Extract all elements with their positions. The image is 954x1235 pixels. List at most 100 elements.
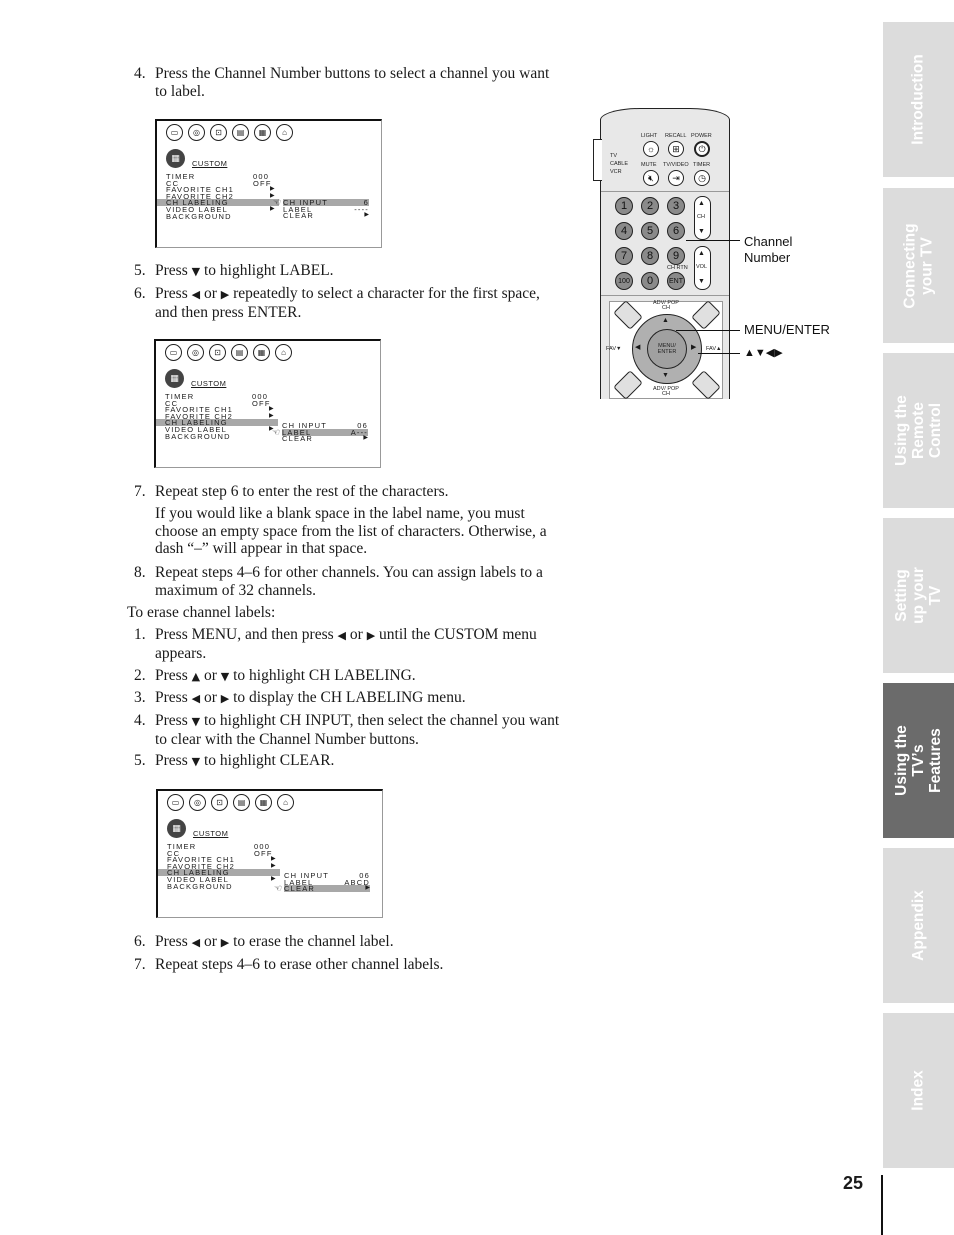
callout-line bbox=[698, 353, 740, 354]
erase-step-5: 5. Press ▼ to highlight CLEAR. bbox=[134, 752, 564, 771]
down-arrow-icon: ▼ bbox=[662, 371, 669, 379]
number-button[interactable]: 6 bbox=[667, 222, 685, 240]
audio-icon: ◎ bbox=[187, 344, 204, 361]
theater-icon: ▤ bbox=[233, 794, 250, 811]
tv-video-button[interactable]: ⇥ bbox=[668, 170, 684, 186]
step-number: 5. bbox=[134, 752, 146, 769]
osd-submenu-value: ▶ bbox=[363, 435, 368, 442]
power-button[interactable]: ⏻ bbox=[694, 141, 710, 157]
picture-icon: ▭ bbox=[166, 124, 183, 141]
custom-icon: ▦ bbox=[254, 124, 271, 141]
number-button[interactable]: 2 bbox=[641, 197, 659, 215]
mute-icon: 🔇︎ bbox=[648, 172, 654, 183]
step-text: Press ◀ or ▶ to erase the channel label. bbox=[155, 933, 394, 950]
number-button[interactable]: 3 bbox=[667, 197, 685, 215]
number-button-label: 0 bbox=[646, 275, 654, 287]
number-button-label: 3 bbox=[672, 200, 680, 212]
custom-icon: ▦ bbox=[255, 794, 272, 811]
setup-icon: ⊡ bbox=[211, 794, 228, 811]
step-text: Repeat steps 4–6 to erase other channel … bbox=[155, 956, 444, 973]
number-button[interactable]: 8 bbox=[641, 247, 659, 265]
step-text: Repeat step 6 to enter the rest of the c… bbox=[155, 483, 449, 500]
number-button[interactable]: 7 bbox=[615, 247, 633, 265]
step-text: Press the Channel Number buttons to sele… bbox=[155, 65, 550, 100]
channel-rocker[interactable]: ▲ CH ▼ bbox=[694, 196, 711, 240]
osd-title: CUSTOM bbox=[192, 159, 228, 168]
tab-connecting-your-tv[interactable]: Connecting your TV bbox=[883, 188, 954, 343]
number-button[interactable]: 100 bbox=[615, 272, 633, 290]
osd-submenu-row: CLEAR ▶ bbox=[282, 434, 368, 444]
left-arrow-icon: ◀ bbox=[191, 692, 201, 705]
callout-channel-number: Channel Number bbox=[744, 234, 793, 265]
tab-index[interactable]: Index bbox=[883, 1013, 954, 1168]
setup-icon: ⊡ bbox=[209, 344, 226, 361]
osd-title: CUSTOM bbox=[193, 829, 229, 838]
step-number: 1. bbox=[134, 626, 146, 643]
exit-button[interactable] bbox=[691, 370, 721, 400]
adv-pop-ch-label: ADV/ POP CH bbox=[653, 386, 679, 397]
pic-size-button[interactable] bbox=[691, 300, 721, 330]
osd-submenu-row: CLEAR ▶ bbox=[283, 212, 369, 220]
down-arrow-icon: ▼ bbox=[191, 715, 201, 728]
step-text: Press MENU, and then press ◀ or ▶ until … bbox=[155, 626, 537, 662]
number-button-label: 5 bbox=[646, 225, 654, 237]
mute-button[interactable]: 🔇︎ bbox=[643, 170, 659, 186]
down-arrow-icon: ▼ bbox=[191, 265, 201, 278]
tab-using-tv-features[interactable]: Using the TV’s Features bbox=[883, 683, 954, 838]
step-text: Repeat steps 4–6 for other channels. You… bbox=[155, 564, 543, 599]
tab-label: Using the TV’s Features bbox=[893, 725, 944, 796]
step-6-select-character: 6. Press ◀ or ▶ repeatedly to select a c… bbox=[134, 285, 564, 321]
osd-submenu-label: CLEAR bbox=[284, 884, 316, 894]
erase-step-2: 2. Press ▲ or ▼ to highlight CH LABELING… bbox=[134, 667, 564, 686]
timer-button[interactable]: ◷ bbox=[694, 170, 710, 186]
step-number: 6. bbox=[134, 933, 146, 950]
callout-arrows: ▲▼◀▶ bbox=[744, 347, 783, 359]
osd-screen-clear: ▭ ◎ ⊡ ▤ ▦ ⌂ ▦ CUSTOM TIMER 000 CC OFF FAVORITE CH1 ▶ F… bbox=[156, 789, 383, 918]
volume-rocker[interactable]: ▲ VOL ▼ bbox=[694, 246, 711, 290]
erase-step-3: 3. Press ◀ or ▶ to display the CH LABELI… bbox=[134, 689, 564, 708]
left-arrow-icon: ◀ bbox=[337, 629, 347, 642]
step-number: 4. bbox=[134, 712, 146, 729]
osd-screen-label: ▭ ◎ ⊡ ▤ ▦ ⌂ ▦ CUSTOM TIMER 000 CC OFF FAVORITE CH1 ▶ F… bbox=[154, 339, 381, 468]
step-number: 3. bbox=[134, 689, 146, 706]
tab-introduction[interactable]: Introduction bbox=[883, 22, 954, 177]
pointer-hand-icon: ☜ bbox=[273, 197, 282, 207]
step-4-select-channel: 4. Press the Channel Number buttons to s… bbox=[134, 65, 564, 100]
page-number: 25 bbox=[843, 1173, 864, 1193]
osd-menu-icons: ▭ ◎ ⊡ ▤ ▦ ⌂ bbox=[167, 794, 294, 811]
right-arrow-icon: ▶ bbox=[220, 692, 230, 705]
up-arrow-icon: ▲ bbox=[662, 316, 669, 324]
recall-button[interactable]: ⊞ bbox=[668, 141, 684, 157]
tab-appendix[interactable]: Appendix bbox=[883, 848, 954, 1003]
c-capt-button[interactable] bbox=[613, 370, 643, 400]
step-text: Press ▼ to highlight CLEAR. bbox=[155, 752, 335, 769]
left-arrow-icon: ◀ bbox=[191, 288, 201, 301]
number-button[interactable]: ENT bbox=[667, 272, 685, 290]
number-button[interactable]: 0 bbox=[641, 272, 659, 290]
down-arrow-icon: ▼ bbox=[191, 755, 201, 768]
lock-icon: ⌂ bbox=[277, 794, 294, 811]
step-number: 4. bbox=[134, 65, 146, 82]
callout-line bbox=[676, 330, 740, 331]
osd-submenu-label: CLEAR bbox=[282, 434, 314, 444]
menu-enter-button[interactable]: MENU/ ENTER bbox=[647, 329, 687, 369]
light-button[interactable]: ☼ bbox=[643, 141, 659, 157]
number-button[interactable]: 9 bbox=[667, 247, 685, 265]
number-button-label: 2 bbox=[646, 200, 654, 212]
step-number: 5. bbox=[134, 262, 146, 279]
tab-setting-up-your-tv[interactable]: Setting up your TV bbox=[883, 518, 954, 673]
picture-icon: ▭ bbox=[165, 344, 182, 361]
number-button[interactable]: 5 bbox=[641, 222, 659, 240]
mute-label: MUTE bbox=[641, 162, 657, 168]
light-icon: ☼ bbox=[646, 144, 656, 154]
audio-icon: ◎ bbox=[189, 794, 206, 811]
number-button[interactable]: 4 bbox=[615, 222, 633, 240]
vol-down-icon: ▼ bbox=[698, 277, 705, 285]
tab-label: Using the Remote Control bbox=[893, 395, 944, 466]
tab-using-remote-control[interactable]: Using the Remote Control bbox=[883, 353, 954, 508]
timer-label: TIMER bbox=[693, 162, 711, 168]
fav-down-label: FAV▼ bbox=[606, 346, 622, 352]
favorite-button[interactable] bbox=[613, 300, 643, 330]
number-button[interactable]: 1 bbox=[615, 197, 633, 215]
erase-step-1: 1. Press MENU, and then press ◀ or ▶ unt… bbox=[134, 626, 564, 662]
